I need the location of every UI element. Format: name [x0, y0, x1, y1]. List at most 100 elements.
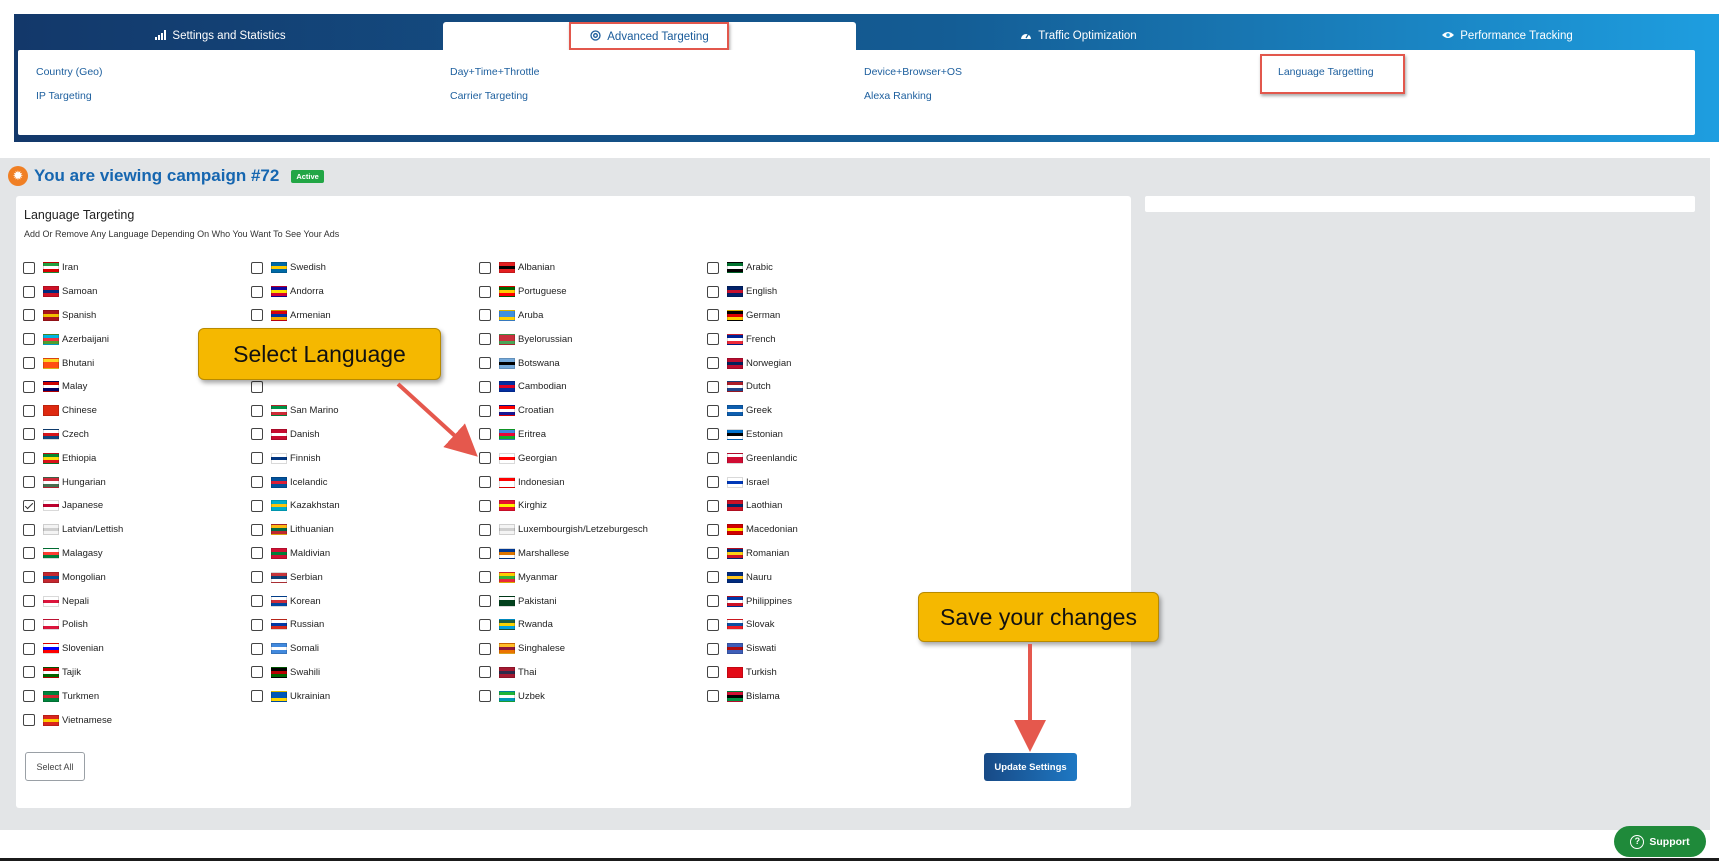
language-option[interactable]: Eritrea [472, 423, 702, 447]
language-checkbox[interactable] [707, 357, 719, 370]
tab-traffic-optimization[interactable]: Traffic Optimization [872, 22, 1285, 50]
language-option[interactable]: Mongolian [16, 565, 246, 589]
language-option[interactable]: Macedonian [700, 518, 930, 542]
language-checkbox[interactable] [23, 357, 35, 370]
language-option[interactable]: Thai [472, 661, 702, 685]
language-checkbox[interactable] [23, 333, 35, 346]
language-option[interactable]: Bislama [700, 684, 930, 708]
language-option[interactable]: Iran [16, 256, 246, 280]
tab-performance-tracking[interactable]: Performance Tracking [1301, 22, 1714, 50]
language-option[interactable]: Singhalese [472, 637, 702, 661]
language-checkbox[interactable] [23, 285, 35, 298]
language-option[interactable]: Polish [16, 613, 246, 637]
language-checkbox[interactable] [23, 404, 35, 417]
language-option[interactable]: Maldivian [244, 542, 474, 566]
language-checkbox[interactable] [479, 547, 491, 560]
language-checkbox[interactable] [479, 618, 491, 631]
language-option[interactable]: Chinese [16, 399, 246, 423]
language-option[interactable]: Rwanda [472, 613, 702, 637]
language-checkbox[interactable] [23, 476, 35, 489]
language-option[interactable]: Arabic [700, 256, 930, 280]
language-checkbox[interactable] [479, 261, 491, 274]
language-option[interactable]: Finnish [244, 446, 474, 470]
link-ip-targeting[interactable]: IP Targeting [36, 90, 92, 102]
language-checkbox[interactable] [479, 309, 491, 322]
language-option[interactable]: Andorra [244, 280, 474, 304]
language-option[interactable]: Greenlandic [700, 446, 930, 470]
link-carrier-targeting[interactable]: Carrier Targeting [450, 90, 528, 102]
language-option[interactable]: Portuguese [472, 280, 702, 304]
language-option[interactable]: Icelandic [244, 470, 474, 494]
language-checkbox[interactable] [251, 547, 263, 560]
language-option[interactable]: Byelorussian [472, 327, 702, 351]
language-option[interactable]: Aruba [472, 304, 702, 328]
language-option[interactable]: Spanish [16, 304, 246, 328]
language-checkbox[interactable] [479, 404, 491, 417]
language-option[interactable]: Korean [244, 589, 474, 613]
language-option[interactable]: Botswana [472, 351, 702, 375]
language-option[interactable]: Swedish [244, 256, 474, 280]
language-checkbox[interactable] [479, 452, 491, 465]
language-checkbox[interactable] [707, 452, 719, 465]
language-checkbox[interactable] [251, 285, 263, 298]
language-checkbox[interactable] [707, 285, 719, 298]
language-checkbox[interactable] [707, 380, 719, 393]
language-checkbox[interactable] [479, 690, 491, 703]
language-option[interactable]: Ethiopia [16, 446, 246, 470]
language-checkbox[interactable] [479, 357, 491, 370]
language-option[interactable]: Japanese [16, 494, 246, 518]
language-option[interactable]: Hungarian [16, 470, 246, 494]
language-checkbox[interactable] [479, 666, 491, 679]
language-checkbox[interactable] [251, 476, 263, 489]
language-checkbox[interactable] [23, 523, 35, 536]
language-option[interactable]: Tajik [16, 661, 246, 685]
language-checkbox[interactable] [251, 690, 263, 703]
language-checkbox[interactable] [251, 261, 263, 274]
language-checkbox[interactable] [23, 714, 35, 727]
language-option[interactable]: Indonesian [472, 470, 702, 494]
language-option[interactable]: Armenian [244, 304, 474, 328]
language-checkbox[interactable] [23, 380, 35, 393]
language-checkbox[interactable] [707, 523, 719, 536]
language-checkbox[interactable] [251, 523, 263, 536]
language-checkbox[interactable] [23, 618, 35, 631]
language-checkbox[interactable] [479, 380, 491, 393]
language-option[interactable]: Slovenian [16, 637, 246, 661]
language-checkbox[interactable] [479, 333, 491, 346]
language-checkbox[interactable] [23, 666, 35, 679]
support-button[interactable]: ? Support [1614, 826, 1706, 857]
language-option[interactable]: San Marino [244, 399, 474, 423]
language-checkbox[interactable] [707, 428, 719, 441]
language-checkbox[interactable] [707, 547, 719, 560]
language-option[interactable]: Lithuanian [244, 518, 474, 542]
language-checkbox[interactable] [23, 690, 35, 703]
update-settings-button[interactable]: Update Settings [984, 753, 1077, 781]
language-option[interactable]: Danish [244, 423, 474, 447]
language-option[interactable]: Luxembourgish/Letzeburgesch [472, 518, 702, 542]
language-checkbox[interactable] [707, 666, 719, 679]
language-checkbox[interactable] [251, 404, 263, 417]
language-option[interactable]: Kirghiz [472, 494, 702, 518]
language-checkbox[interactable] [23, 452, 35, 465]
language-option[interactable]: Russian [244, 613, 474, 637]
language-option[interactable]: Siswati [700, 637, 930, 661]
link-country-geo[interactable]: Country (Geo) [36, 66, 103, 78]
language-option[interactable]: Vietnamese [16, 708, 246, 732]
language-checkbox[interactable] [707, 261, 719, 274]
language-checkbox[interactable] [479, 285, 491, 298]
language-option[interactable]: Somali [244, 637, 474, 661]
language-option[interactable]: Norwegian [700, 351, 930, 375]
language-checkbox[interactable] [23, 547, 35, 560]
language-checkbox[interactable] [251, 428, 263, 441]
select-all-button[interactable]: Select All [25, 752, 85, 781]
language-checkbox[interactable] [479, 595, 491, 608]
language-checkbox[interactable] [707, 690, 719, 703]
language-option[interactable]: Uzbek [472, 684, 702, 708]
language-checkbox[interactable] [479, 428, 491, 441]
language-option[interactable]: Turkish [700, 661, 930, 685]
language-option[interactable]: Dutch [700, 375, 930, 399]
language-checkbox[interactable] [707, 333, 719, 346]
language-checkbox[interactable] [479, 642, 491, 655]
language-checkbox[interactable] [251, 666, 263, 679]
language-checkbox[interactable] [23, 642, 35, 655]
